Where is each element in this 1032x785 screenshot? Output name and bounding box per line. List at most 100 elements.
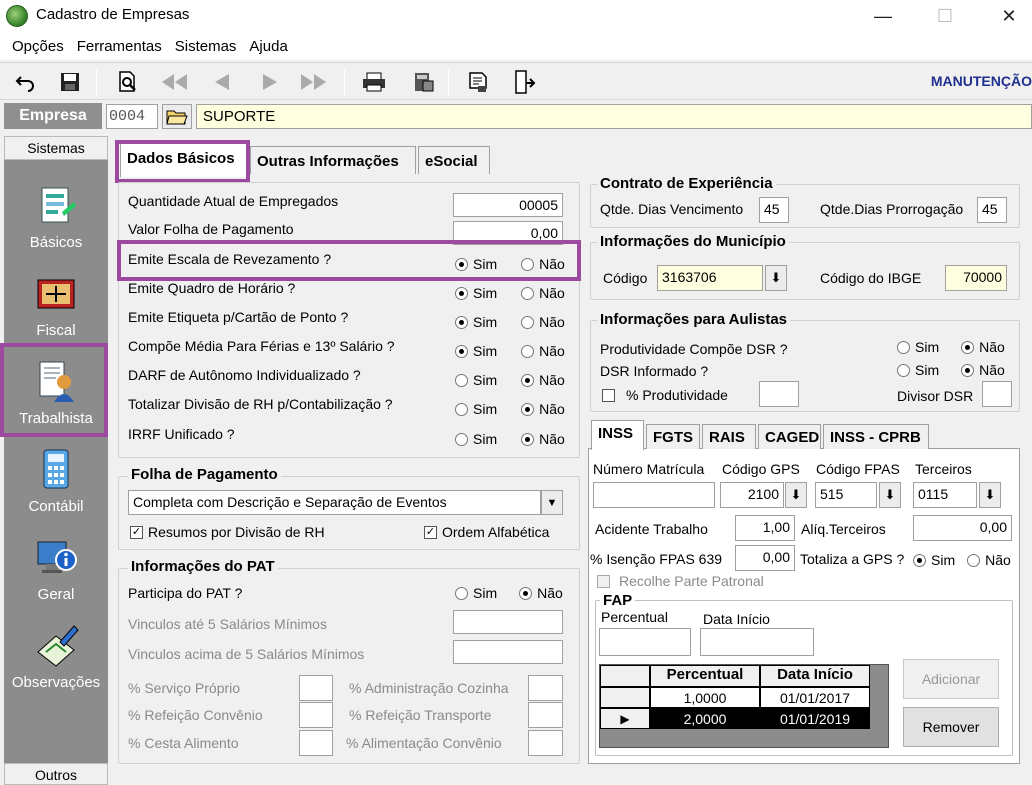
municipio-lookup-icon[interactable]: ⬇ [765,265,787,291]
terceiros-lookup-icon[interactable]: ⬇ [979,482,1001,508]
adm-cozinha-field[interactable] [528,675,563,701]
totaliza-nao-radio[interactable] [967,553,981,567]
servico-proprio-field[interactable] [299,675,333,701]
question-nao-radio[interactable] [521,286,535,300]
tab-outras-informacoes[interactable]: Outras Informações [250,146,416,174]
perc-produtividade-row[interactable]: % Produtividade [602,387,728,403]
sidebar-item-fiscal[interactable]: Fiscal [4,266,108,352]
vinculos-ate-field[interactable] [453,610,563,634]
sidebar-header[interactable]: Sistemas [4,136,108,160]
remover-button[interactable]: Remover [903,707,999,747]
recolhe-patronal-checkbox[interactable] [597,574,610,588]
vinculos-acima-field[interactable] [453,640,563,664]
ordem-checkbox-row[interactable]: ✓ Ordem Alfabética [424,524,549,540]
participa-pat-nao-radio[interactable] [519,586,533,600]
dias-prorrogacao-field[interactable]: 45 [977,197,1007,223]
acidente-trabalho-field[interactable]: 1,00 [735,515,795,541]
minimize-button[interactable]: — [860,0,906,32]
fap-data-field[interactable] [700,628,814,656]
codigo-ibge-field[interactable]: 70000 [945,265,1007,291]
produtividade-dsr-radios[interactable]: Sim Não [897,339,1005,355]
next-record-icon[interactable] [254,67,286,97]
previous-record-icon[interactable] [206,67,238,97]
sidebar-item-contabil[interactable]: Contábil [4,442,108,528]
menu-ajuda[interactable]: Ajuda [243,38,293,55]
codigo-municipio-field[interactable]: 3163706 [657,265,763,291]
open-folder-icon[interactable] [162,104,192,129]
fap-cell-perc[interactable]: 2,0000 [650,708,760,729]
sidebar-item-geral[interactable]: Geral [4,530,108,616]
codigo-gps-field[interactable]: 2100 [720,482,784,508]
empresa-name-field[interactable]: SUPORTE [196,104,1032,129]
dsr-informado-radios[interactable]: Sim Não [897,362,1005,378]
dsr-sim-radio[interactable] [897,363,910,377]
fap-cell-data[interactable]: 01/01/2019 [760,708,870,729]
participa-pat-sim-radio[interactable] [455,586,468,600]
subtab-caged[interactable]: CAGED [758,424,821,449]
first-record-icon[interactable] [158,67,190,97]
numero-matricula-field[interactable] [593,482,715,508]
last-record-icon[interactable] [298,67,330,97]
fap-row-indicator[interactable]: ▶ [600,708,650,729]
produtividade-nao-radio[interactable] [961,340,975,354]
print-icon[interactable] [358,67,390,97]
fap-cell-perc[interactable]: 1,0000 [650,687,760,708]
qtd-empregados-field[interactable]: 00005 [453,193,563,217]
maximize-button[interactable]: ☐ [922,0,968,32]
participa-pat-radios[interactable]: Sim Não [455,585,563,601]
fap-row-indicator[interactable] [600,687,650,708]
terceiros-field[interactable]: 0115 [913,482,977,508]
empresa-code-field[interactable]: 0004 [106,104,158,129]
menu-opcoes[interactable]: Opções [6,38,70,55]
refeicao-convenio-field[interactable] [299,702,333,728]
cesta-alimento-field[interactable] [299,730,333,756]
question-nao-radio[interactable] [521,402,535,416]
subtab-inss[interactable]: INSS [591,420,644,450]
question-nao-radio[interactable] [521,315,535,329]
dias-vencimento-field[interactable]: 45 [759,197,789,223]
perc-produtividade-checkbox[interactable] [602,388,615,402]
subtab-rais[interactable]: RAIS [702,424,756,449]
question-sim-radio[interactable] [455,373,468,387]
fap-cell-data[interactable]: 01/01/2017 [760,687,870,708]
ordem-checkbox[interactable]: ✓ [424,525,437,539]
sidebar-item-observacoes[interactable]: Observações [4,618,108,704]
subtab-fgts[interactable]: FGTS [646,424,700,449]
fpas-lookup-icon[interactable]: ⬇ [879,482,901,508]
question-nao-radio[interactable] [521,432,535,446]
document-stamp-icon[interactable] [462,67,494,97]
folha-tipo-dropdown-icon[interactable]: ▼ [541,490,563,515]
produtividade-sim-radio[interactable] [897,340,910,354]
save-icon[interactable] [54,67,86,97]
question-radio-group[interactable]: Sim Não [455,314,565,330]
folha-tipo-select[interactable]: Completa com Descrição e Separação de Ev… [128,490,541,515]
question-sim-radio[interactable] [455,315,468,329]
preview-icon[interactable] [112,67,144,97]
resumos-checkbox[interactable]: ✓ [130,525,143,539]
calculator-icon[interactable] [408,67,440,97]
codigo-fpas-field[interactable]: 515 [815,482,877,508]
exit-door-icon[interactable] [508,67,540,97]
dsr-nao-radio[interactable] [961,363,975,377]
tab-esocial[interactable]: eSocial [418,146,490,174]
question-radio-group[interactable]: Sim Não [455,401,565,417]
sidebar-item-basicos[interactable]: Básicos [4,178,108,264]
isencao-fpas-field[interactable]: 0,00 [735,545,795,571]
recolhe-patronal-row[interactable]: Recolhe Parte Patronal [597,573,764,589]
menu-ferramentas[interactable]: Ferramentas [71,38,168,55]
refeicao-transporte-field[interactable] [528,702,563,728]
question-sim-radio[interactable] [455,286,468,300]
question-radio-group[interactable]: Sim Não [455,372,565,388]
gps-lookup-icon[interactable]: ⬇ [785,482,807,508]
question-nao-radio[interactable] [521,344,535,358]
adicionar-button[interactable]: Adicionar [903,659,999,699]
undo-icon[interactable] [10,67,42,97]
subtab-inss-cprb[interactable]: INSS - CPRB [823,424,929,449]
totaliza-sim-radio[interactable] [913,553,926,567]
resumos-checkbox-row[interactable]: ✓ Resumos por Divisão de RH [130,524,325,540]
menu-sistemas[interactable]: Sistemas [169,38,243,55]
totaliza-gps-radios[interactable]: Sim Não [913,552,1011,568]
close-button[interactable]: ✕ [986,0,1032,32]
perc-produtividade-field[interactable] [759,381,799,407]
question-sim-radio[interactable] [455,344,468,358]
